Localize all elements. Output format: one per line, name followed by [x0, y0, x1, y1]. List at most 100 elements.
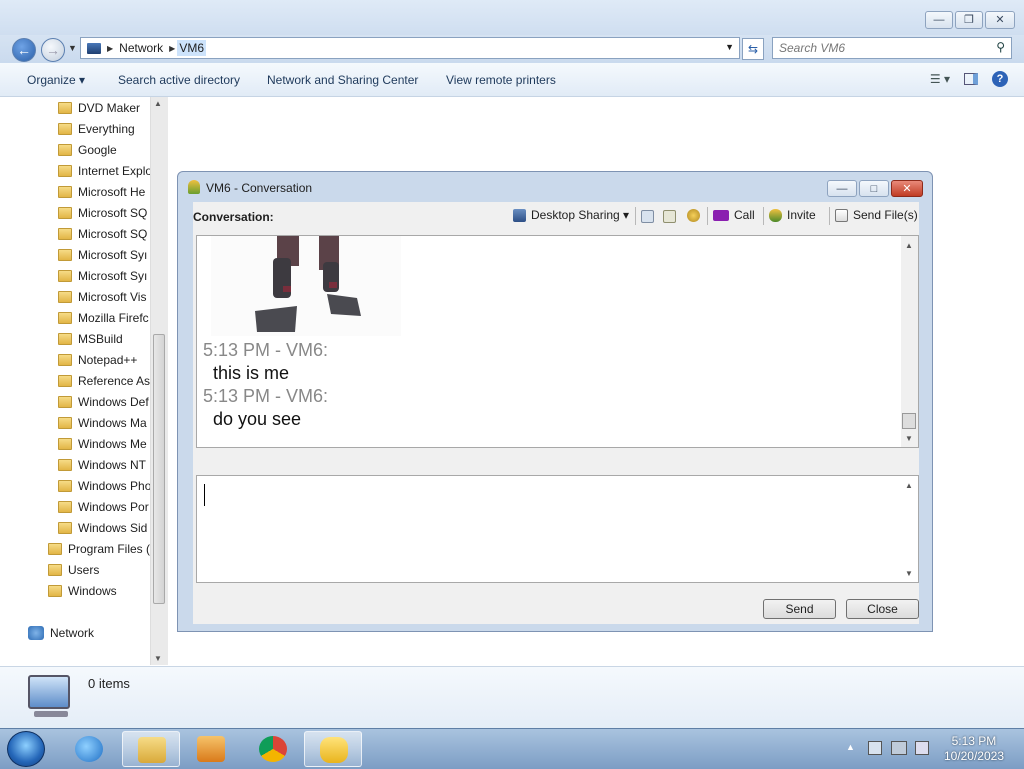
- show-hidden-icons[interactable]: ▲: [846, 742, 855, 752]
- breadcrumb-vm6[interactable]: VM6: [177, 40, 207, 56]
- nav-tree-item[interactable]: Google: [58, 139, 117, 160]
- nav-tree-item[interactable]: Mozilla Firefc: [58, 307, 149, 328]
- history-dropdown-icon[interactable]: ▼: [68, 43, 77, 53]
- refresh-icon[interactable]: ⇆: [742, 38, 764, 60]
- nav-tree-item[interactable]: Windows Sid: [58, 517, 147, 538]
- nav-tree-item[interactable]: Microsoft Syı: [58, 244, 147, 265]
- chrome-icon: [259, 736, 287, 762]
- nav-tree-item[interactable]: Program Files (: [48, 538, 150, 559]
- nav-tree-item[interactable]: Microsoft Vis: [58, 286, 146, 307]
- view-remote-printers-button[interactable]: View remote printers: [446, 73, 556, 87]
- message-history[interactable]: 5:13 PM - VM6: this is me 5:13 PM - VM6:…: [196, 235, 919, 448]
- volume-icon[interactable]: [915, 741, 929, 755]
- nav-tree-item[interactable]: Microsoft SQ: [58, 223, 147, 244]
- network-sharing-center-button[interactable]: Network and Sharing Center: [267, 73, 418, 87]
- contact-icon: [188, 180, 200, 194]
- taskbar-chrome[interactable]: [244, 731, 302, 767]
- nav-tree-item[interactable]: Internet Explo: [58, 160, 150, 181]
- nav-tree-item[interactable]: Windows Ma: [58, 412, 147, 433]
- input-scrollbar[interactable]: ▲ ▼: [901, 476, 918, 582]
- nav-network[interactable]: Network: [28, 622, 94, 643]
- scroll-up-icon[interactable]: ▲: [905, 481, 913, 490]
- nav-scrollbar[interactable]: ▲ ▼: [150, 97, 168, 665]
- scroll-thumb[interactable]: [153, 334, 165, 604]
- search-placeholder: Search VM6: [779, 41, 846, 55]
- nav-tree-item[interactable]: Windows: [48, 580, 117, 601]
- toolbar-separator: [707, 207, 708, 225]
- send-button[interactable]: Send: [763, 599, 836, 619]
- nav-tree-item[interactable]: Notepad++: [58, 349, 137, 370]
- scroll-up-icon[interactable]: ▲: [154, 99, 162, 108]
- address-dropdown-icon[interactable]: ▼: [725, 42, 734, 52]
- view-options-icon[interactable]: ☰ ▾: [930, 72, 950, 86]
- organize-menu[interactable]: Organize ▾: [27, 73, 85, 87]
- forward-button[interactable]: →: [41, 38, 65, 62]
- desktop-sharing-label: Desktop Sharing: [531, 208, 620, 222]
- search-icon[interactable]: ⚲: [996, 40, 1005, 54]
- maximize-button[interactable]: ❐: [955, 11, 983, 29]
- invite-label: Invite: [787, 208, 816, 222]
- navigation-pane: DVD Maker Everything Google Internet Explo M…: [0, 97, 150, 665]
- notes-icon[interactable]: [663, 210, 676, 223]
- breadcrumb-network[interactable]: Network: [115, 41, 167, 55]
- search-input[interactable]: Search VM6 ⚲: [772, 37, 1012, 59]
- nav-tree-item[interactable]: Users: [48, 559, 99, 580]
- scroll-down-icon[interactable]: ▼: [905, 434, 913, 443]
- text-caret: [204, 484, 205, 506]
- taskbar-ie[interactable]: [60, 731, 118, 767]
- toolbar-separator: [829, 207, 830, 225]
- nav-tree-item[interactable]: Microsoft He: [58, 181, 145, 202]
- close-dialog-button[interactable]: Close: [846, 599, 919, 619]
- message-input[interactable]: ▲ ▼: [196, 475, 919, 583]
- settings-gear-icon[interactable]: [687, 209, 700, 222]
- back-button[interactable]: ←: [12, 38, 36, 62]
- minimize-button[interactable]: —: [925, 11, 953, 29]
- nav-tree-item[interactable]: Windows NT: [58, 454, 146, 475]
- nav-tree-item[interactable]: Windows Def: [58, 391, 149, 412]
- network-tray-icon[interactable]: [891, 741, 907, 755]
- nav-tree-item[interactable]: Windows Me: [58, 433, 147, 454]
- desktop-sharing-menu[interactable]: Desktop Sharing ▾: [513, 208, 629, 222]
- history-scrollbar[interactable]: ▲ ▼: [901, 236, 918, 447]
- chevron-right-icon[interactable]: ▶: [167, 44, 177, 53]
- start-button[interactable]: [7, 731, 45, 767]
- scroll-down-icon[interactable]: ▼: [905, 569, 913, 578]
- action-center-icon[interactable]: [868, 741, 882, 755]
- convo-minimize-button[interactable]: —: [827, 180, 857, 197]
- scroll-down-icon[interactable]: ▼: [154, 654, 162, 663]
- nav-tree-label: Mozilla Firefc: [78, 310, 149, 325]
- nav-tree-item[interactable]: Everything: [58, 118, 135, 139]
- close-button[interactable]: ✕: [985, 11, 1015, 29]
- item-count: 0 items: [88, 676, 130, 691]
- call-button[interactable]: Call: [713, 208, 755, 222]
- convo-maximize-button[interactable]: □: [859, 180, 889, 197]
- invite-button[interactable]: Invite: [769, 208, 816, 222]
- folder-icon: [58, 500, 72, 513]
- taskbar-explorer[interactable]: [122, 731, 180, 767]
- nav-tree-item[interactable]: DVD Maker: [58, 97, 140, 118]
- nav-tree-label: Windows Ma: [78, 415, 147, 430]
- nav-tree-item[interactable]: Windows Por: [58, 496, 149, 517]
- address-bar[interactable]: ▶ Network ▶ VM6 ▼: [80, 37, 740, 59]
- taskbar-messenger[interactable]: [304, 731, 362, 767]
- chevron-right-icon[interactable]: ▶: [105, 44, 115, 53]
- folder-icon: [58, 143, 72, 156]
- folder-icon: [48, 563, 62, 576]
- nav-tree-item[interactable]: MSBuild: [58, 328, 123, 349]
- search-active-directory-button[interactable]: Search active directory: [118, 73, 240, 87]
- scroll-up-icon[interactable]: ▲: [905, 241, 913, 250]
- nav-tree-item[interactable]: Reference As: [58, 370, 150, 391]
- system-clock[interactable]: 5:13 PM 10/20/2023: [944, 734, 1004, 764]
- send-files-button[interactable]: Send File(s): [835, 208, 918, 222]
- whiteboard-icon[interactable]: [641, 210, 654, 223]
- scroll-thumb[interactable]: [902, 413, 916, 429]
- nav-tree-item[interactable]: Windows Pho: [58, 475, 150, 496]
- nav-tree-item[interactable]: Microsoft Syı: [58, 265, 147, 286]
- folder-icon: [58, 332, 72, 345]
- nav-tree-item[interactable]: Microsoft SQ: [58, 202, 147, 223]
- convo-close-button[interactable]: ✕: [891, 180, 923, 197]
- taskbar-media-player[interactable]: [182, 731, 240, 767]
- preview-pane-icon[interactable]: [964, 73, 978, 85]
- nav-tree-label: Microsoft SQ: [78, 226, 148, 241]
- help-icon[interactable]: ?: [992, 71, 1008, 87]
